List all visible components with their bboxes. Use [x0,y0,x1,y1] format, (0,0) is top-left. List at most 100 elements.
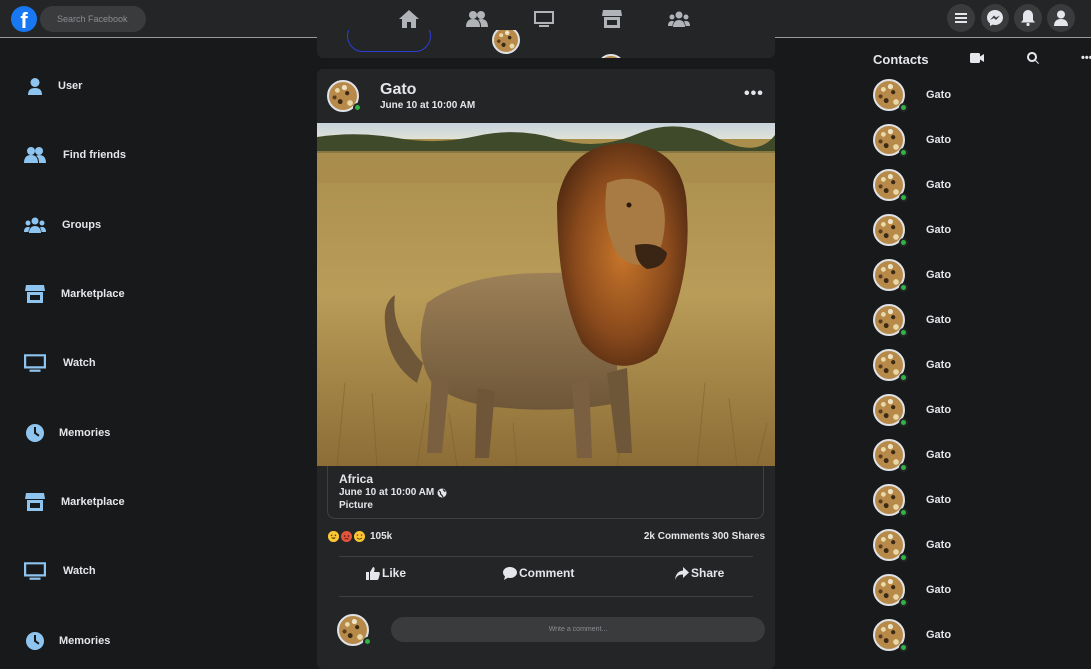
contact-item[interactable]: Gato [873,393,951,427]
watch-icon [24,352,46,374]
video-call-icon[interactable] [970,51,984,65]
contact-name: Gato [926,269,952,281]
notifications-button[interactable] [1014,4,1042,32]
contact-item[interactable]: Gato [873,213,951,247]
sidebar-item-find-friends[interactable]: Find friends [24,143,126,167]
reactions-summary[interactable]: 105k [328,531,392,542]
contact-item[interactable]: Gato [873,303,951,337]
post-photo[interactable] [317,123,775,466]
haha-reaction-icon [328,531,339,542]
groups-icon[interactable] [668,8,690,30]
contact-item[interactable]: Gato [873,483,951,517]
comment-button[interactable]: Comment [503,566,574,580]
sidebar-item-label: Groups [62,219,102,231]
contacts-more-icon[interactable]: ••• [1081,52,1091,64]
watch-icon[interactable] [533,8,555,30]
clock-icon [24,630,46,652]
post-more-options-icon[interactable]: ••• [744,85,764,103]
create-story-button[interactable] [347,30,431,52]
menu-button[interactable] [947,4,975,32]
contact-avatar [873,214,908,247]
contact-name: Gato [926,89,952,101]
caption-date-text: June 10 at 10:00 AM [339,487,435,498]
contact-avatar [873,349,908,382]
sidebar-item-user[interactable]: User [24,74,82,98]
caption-title: Africa [339,472,374,486]
contact-name: Gato [926,404,952,416]
contact-item[interactable]: Gato [873,258,951,292]
online-indicator [899,463,908,472]
messenger-icon [987,10,1003,26]
post-card: Gato June 10 at 10:00 AM ••• Africa June… [317,69,775,669]
contacts-title: Contacts [873,52,929,67]
search-contacts-icon[interactable] [1026,51,1040,65]
sidebar-item-memories[interactable]: Memories [24,421,110,445]
contact-item[interactable]: Gato [873,573,951,607]
comment-input[interactable] [391,617,765,642]
online-indicator [899,103,908,112]
sidebar-item-memories[interactable]: Memories [24,629,110,653]
online-indicator [899,193,908,202]
contact-item[interactable]: Gato [873,78,951,112]
caption-type: Picture [339,500,373,511]
sidebar-item-marketplace[interactable]: Marketplace [24,282,125,306]
user-icon [24,75,46,97]
sidebar-item-marketplace[interactable]: Marketplace [24,490,125,514]
contact-avatar [873,169,908,202]
contact-item[interactable]: Gato [873,348,951,382]
sidebar-item-watch[interactable]: Watch [24,351,96,375]
contact-avatar [873,124,908,157]
messenger-button[interactable] [981,4,1009,32]
contact-item[interactable]: Gato [873,618,951,652]
contact-name: Gato [926,539,952,551]
online-indicator [363,637,372,646]
share-button[interactable]: Share [675,566,724,580]
like-button[interactable]: Like [366,566,406,580]
lion-image [317,123,775,466]
caption-date: June 10 at 10:00 AM [339,487,447,498]
contact-avatar [873,574,908,607]
commenter-avatar[interactable] [337,614,372,646]
post-timestamp[interactable]: June 10 at 10:00 AM [380,100,475,111]
contact-avatar [873,619,908,652]
contact-item[interactable]: Gato [873,438,951,472]
contact-avatar [873,304,908,337]
home-icon[interactable] [398,8,420,30]
sidebar-item-label: User [58,80,83,92]
contact-item[interactable]: Gato [873,528,951,562]
contact-avatar [873,259,908,292]
angry-reaction-icon [341,531,352,542]
account-icon [1054,10,1068,26]
post-caption-box: Africa June 10 at 10:00 AM Picture [327,466,764,519]
contact-name: Gato [926,314,952,326]
online-indicator [899,238,908,247]
contact-item[interactable]: Gato [873,168,951,202]
contact-item[interactable]: Gato [873,123,951,157]
post-author-name[interactable]: Gato [380,81,416,99]
story-avatar[interactable] [597,54,625,58]
comments-shares-count[interactable]: 2k Comments 300 Shares [644,531,765,542]
facebook-logo[interactable]: f [11,6,37,32]
contact-avatar [873,394,908,427]
sidebar-item-label: Marketplace [61,288,125,300]
online-indicator [899,508,908,517]
search-input[interactable] [40,6,146,32]
contact-name: Gato [926,494,952,506]
sidebar-item-groups[interactable]: Groups [24,213,101,237]
sidebar-item-watch[interactable]: Watch [24,559,96,583]
account-button[interactable] [1047,4,1075,32]
share-icon [675,566,689,580]
reactions-count: 105k [370,531,393,542]
sidebar-item-label: Watch [63,565,96,577]
story-avatar[interactable] [492,30,520,54]
online-indicator [899,418,908,427]
friends-icon[interactable] [466,8,488,30]
contact-avatar [873,484,908,517]
online-indicator [899,373,908,382]
post-author-avatar[interactable] [327,80,362,112]
groups-icon [24,214,46,236]
marketplace-icon[interactable] [601,8,623,30]
online-indicator [899,148,908,157]
online-indicator [899,328,908,337]
contact-name: Gato [926,629,952,641]
